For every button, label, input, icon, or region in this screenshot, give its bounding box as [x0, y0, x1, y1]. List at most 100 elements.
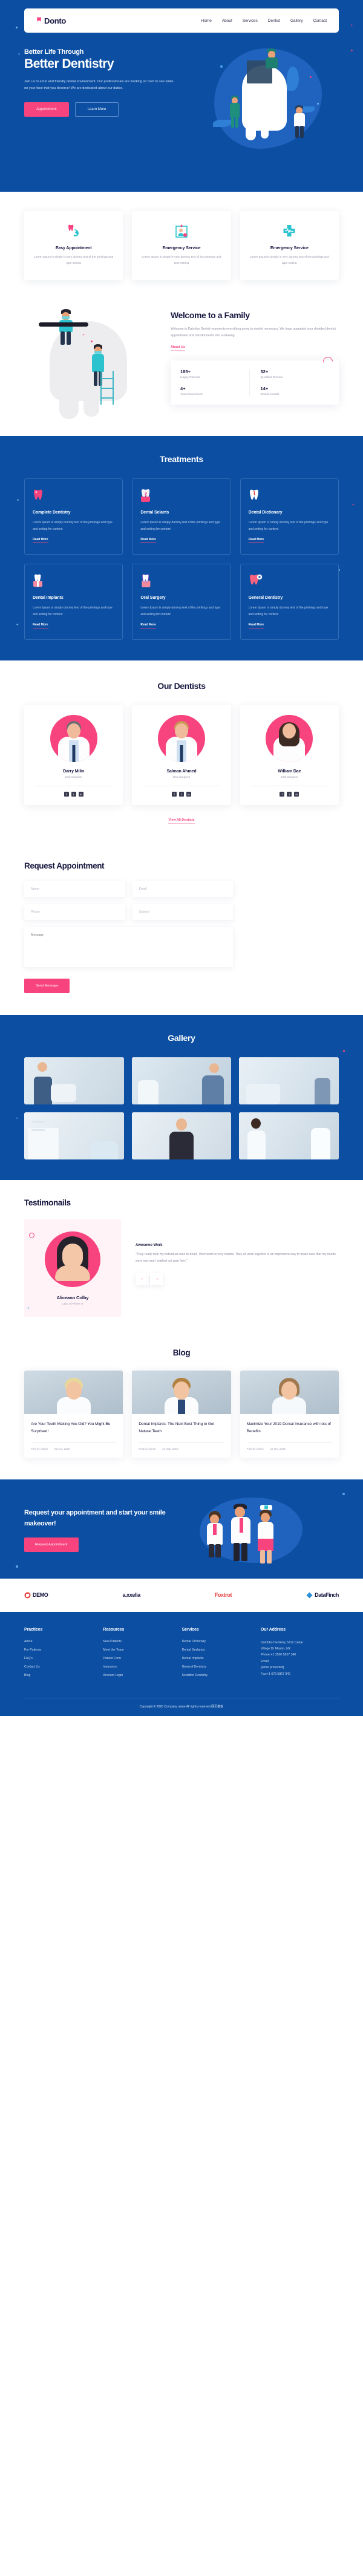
blog-post-title: Maximize Your 2019 Dental Insurance with…	[246, 1422, 331, 1434]
footer-link[interactable]: Account Login	[103, 1674, 171, 1677]
nav-item-dentist[interactable]: Dentist	[268, 19, 280, 23]
footer-link[interactable]: About	[24, 1640, 92, 1643]
footer-link[interactable]: For Patients	[24, 1648, 92, 1652]
avatar	[50, 715, 97, 763]
nav-item-about[interactable]: About	[222, 19, 232, 23]
dentist-name: Salman Ahmed	[166, 769, 197, 774]
read-more-link[interactable]: Read More	[140, 538, 156, 544]
treatment-card[interactable]: General Dentistry Lorem Ipsum is simply …	[240, 564, 339, 641]
blog-card[interactable]: Dental Implants: The Next Best Thing to …	[132, 1371, 231, 1458]
dentist-card[interactable]: Salman Ahmed Oral Surgeon f t in	[132, 705, 231, 806]
decor-dot	[16, 1565, 18, 1568]
about-us-link[interactable]: About Us	[171, 345, 185, 351]
footer-link[interactable]: General Dentistry	[182, 1665, 250, 1669]
treatment-card[interactable]: Dental Selants Lorem Ipsum is simply dum…	[132, 478, 231, 555]
linkedin-icon[interactable]: in	[78, 792, 83, 797]
blog-card[interactable]: Are Your Teeth Making You Old? You Might…	[24, 1371, 123, 1458]
testimonial-prev-button[interactable]: ←	[136, 1273, 149, 1285]
address-line: Datobbo Dentistry 5212 Cedar	[260, 1640, 303, 1645]
footer-link[interactable]: Meet the Team	[103, 1648, 171, 1652]
testimonial-author: Aliceano Colby	[56, 1295, 89, 1301]
twitter-icon[interactable]: t	[71, 792, 76, 797]
feature-card[interactable]: Easy Appointment Lorem Ipsum is simply i…	[24, 211, 123, 281]
email-value[interactable]: [email protected]	[261, 1665, 339, 1671]
fax-line: Fax:+1 675 5867 340	[260, 1672, 291, 1676]
testimonial-next-button[interactable]: →	[150, 1273, 163, 1285]
footer-link[interactable]: Sedation Dentistry	[182, 1674, 250, 1677]
treatment-card[interactable]: Dental Implants Lorem Ipsum is simply du…	[24, 564, 123, 641]
nav-item-contact[interactable]: Contact	[313, 19, 327, 23]
twitter-icon[interactable]: t	[178, 792, 184, 797]
name-input[interactable]	[24, 881, 125, 898]
blog-card[interactable]: Maximize Your 2019 Dental Insurance with…	[240, 1371, 339, 1458]
dentists-title: Our Dentists	[157, 681, 206, 691]
footer-link[interactable]: Insurance	[103, 1665, 171, 1669]
nav-links: Home About Services Dentist Gallery Cont…	[201, 19, 327, 23]
nav-item-home[interactable]: Home	[201, 19, 211, 23]
appointment-button[interactable]: Appointment	[24, 102, 69, 117]
stat-item: 4+ Years Experience	[180, 386, 249, 396]
gallery-item[interactable]	[131, 1112, 232, 1160]
footer-link[interactable]: Contact Us	[24, 1665, 92, 1669]
footer-link[interactable]: Dental Implants	[182, 1657, 250, 1660]
blog-date: 02 Jun, 2019	[54, 1447, 70, 1450]
footer-link[interactable]: Dental Sealands	[182, 1648, 250, 1652]
linkedin-icon[interactable]: in	[294, 792, 299, 797]
blog-post-title: Dental Implants: The Next Best Thing to …	[139, 1422, 215, 1434]
read-more-link[interactable]: Read More	[248, 623, 264, 629]
footer-link[interactable]: Patient Form	[103, 1657, 171, 1660]
send-message-button[interactable]: Send Message	[24, 979, 70, 994]
email-input[interactable]	[132, 881, 233, 898]
treatments-title: Treatments	[160, 454, 203, 465]
gallery-item[interactable]	[239, 1112, 339, 1160]
facebook-icon[interactable]: f	[280, 792, 285, 797]
read-more-link[interactable]: Read More	[33, 538, 48, 544]
email-label: Email:	[260, 1659, 270, 1663]
brand-logo[interactable]: Donto	[36, 16, 66, 25]
feature-card[interactable]: Emergency Service Lorem Ipsum is simply …	[240, 211, 339, 281]
read-more-link[interactable]: Read More	[33, 623, 48, 629]
footer-heading: Practices	[24, 1627, 43, 1632]
footer-link[interactable]: Blog	[24, 1674, 92, 1677]
brand-name: Donto	[44, 16, 67, 25]
brand-name: DataFinch	[315, 1592, 339, 1598]
read-more-link[interactable]: Read More	[248, 538, 264, 544]
request-appointment-button[interactable]: Request Appointment	[24, 1537, 79, 1553]
facebook-icon[interactable]: f	[64, 792, 69, 797]
dentist-card[interactable]: Darry Milin Oral Surgeon f t in	[24, 705, 123, 806]
phone-input[interactable]	[24, 904, 125, 921]
dentist-name: William Dae	[278, 769, 301, 774]
gallery-item[interactable]	[24, 1057, 124, 1105]
treatment-card[interactable]: Complete Dentistry Lorem Ipsum is simply…	[24, 478, 123, 555]
stat-label: Qualified Doctors	[260, 376, 283, 379]
message-textarea[interactable]	[24, 927, 233, 968]
main-navbar: Donto Home About Services Dentist Galler…	[24, 8, 339, 33]
footer-heading: Our Address	[260, 1627, 286, 1632]
facebook-icon[interactable]: f	[171, 792, 177, 797]
blog-date: 12 Oct, 2019	[270, 1447, 286, 1450]
learn-more-button[interactable]: Learn More	[74, 102, 119, 117]
treatment-card[interactable]: Oral Surgery Lorem Ipsum is simply dummy…	[132, 564, 231, 641]
read-more-link[interactable]: Read More	[140, 623, 156, 629]
tooth-plus-icon	[249, 574, 330, 589]
feature-card[interactable]: Emergency Service Lorem Ipsum is simply …	[132, 211, 231, 281]
subject-input[interactable]	[132, 904, 233, 921]
view-all-dentists-link[interactable]: View All Dentists	[168, 818, 195, 824]
nav-item-services[interactable]: Services	[243, 19, 258, 23]
nav-item-gallery[interactable]: Gallery	[290, 19, 303, 23]
gallery-item[interactable]	[24, 1112, 124, 1160]
dentist-name: Darry Milin	[63, 769, 85, 774]
footer-link[interactable]: Dental Dictionary	[182, 1640, 250, 1643]
demo-mark-icon	[24, 1592, 31, 1598]
gallery-item[interactable]	[131, 1057, 232, 1105]
gallery-item[interactable]	[239, 1057, 339, 1105]
twitter-icon[interactable]: t	[287, 792, 292, 797]
footer-link[interactable]: FAQ's	[24, 1657, 92, 1660]
footer-link[interactable]: New Patients	[103, 1640, 171, 1643]
appointment-title: Request Appointment	[24, 861, 105, 871]
stat-label: Dental Awards	[260, 393, 280, 396]
dentist-card[interactable]: William Dae Oral Surgeon f t in	[240, 705, 339, 806]
linkedin-icon[interactable]: in	[186, 792, 191, 797]
welcome-illustration: +	[24, 307, 162, 420]
treatment-card[interactable]: Dental Dictionary Lorem Ipsum is simply …	[240, 478, 339, 555]
